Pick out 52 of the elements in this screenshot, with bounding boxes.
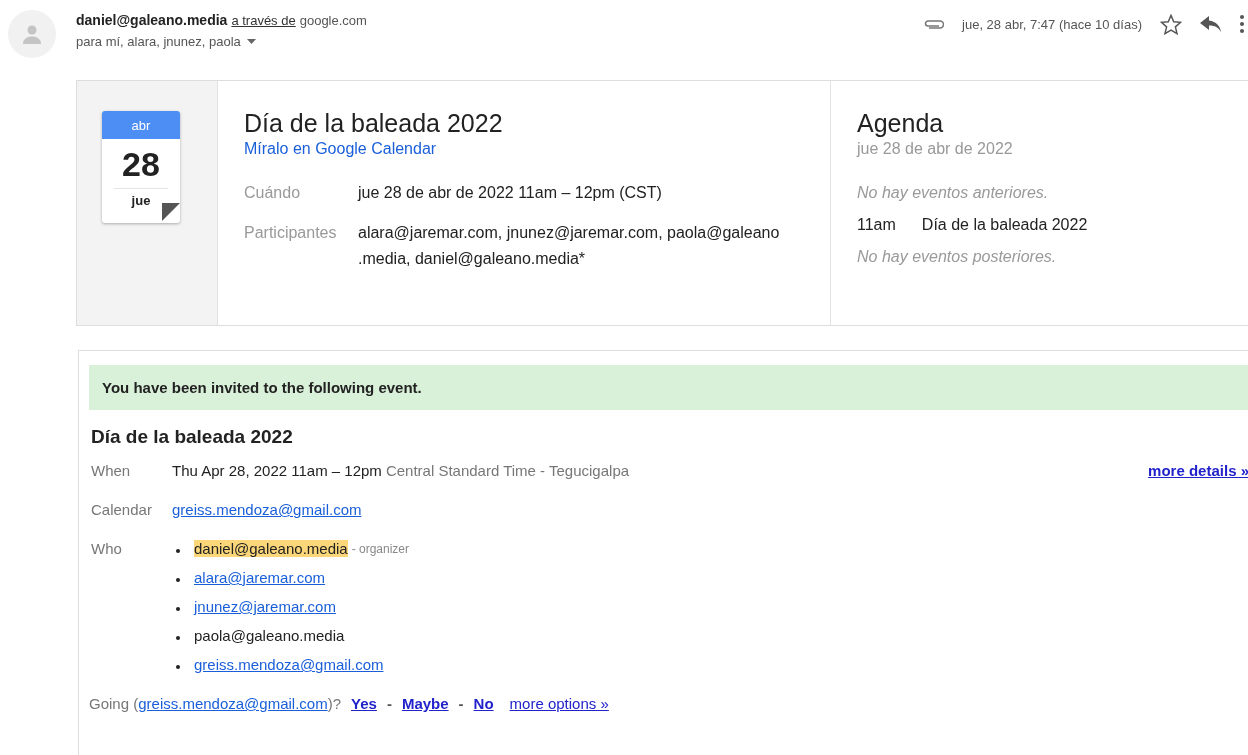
field-label: Calendar [90, 501, 153, 518]
bullet-icon [176, 636, 180, 640]
invitation-title: Día de la baleada 2022 [91, 426, 294, 448]
organizer-role: - organizer [351, 541, 410, 556]
agenda-time: 11am [857, 216, 896, 234]
page-fold-icon [162, 203, 180, 221]
guest-email-link[interactable]: jnunez@jaremar.com [194, 598, 336, 615]
event-title: Día de la baleada 2022 [244, 109, 504, 138]
agenda-event: Día de la baleada 2022 [921, 216, 1088, 234]
recipients: para mí, alara, jnunez, paola [76, 34, 241, 49]
agenda-note: No hay eventos anteriores. [857, 184, 1050, 202]
field-value: jue 28 de abr de 2022 11am – 12pm (CST) [358, 183, 663, 203]
field-value: alara@jaremar.com, jnunez@jaremar.com, paola@galeano .media, daniel@galeano.media* [358, 223, 781, 269]
rsvp-link[interactable]: No [473, 695, 494, 712]
sender-line: daniel@galeano.media a través de google.com [76, 12, 368, 28]
separator: - [458, 695, 464, 712]
guest-email: paola@galeano.media [194, 627, 345, 644]
rsvp-link[interactable]: Yes [351, 695, 377, 712]
more-options-link[interactable]: more options » [509, 695, 609, 712]
more-vertical-icon[interactable] [1240, 15, 1244, 33]
guest-email-link[interactable]: alara@jaremar.com [194, 569, 326, 586]
agenda-note: No hay eventos posteriores. [857, 248, 1058, 266]
account-link[interactable]: greiss.mendoza@gmail.com [138, 695, 328, 712]
time-zone: Central Standard Time - Tegucigalpa [385, 462, 630, 479]
bullet-icon [176, 549, 180, 553]
organizer-email: daniel@galeano.media [194, 540, 348, 557]
calendar-day: 28 [122, 145, 160, 184]
agenda-date: jue 28 de abr de 2022 [857, 140, 1014, 158]
rsvp-link[interactable]: Maybe [401, 695, 449, 712]
going-label: Going ( [89, 695, 139, 712]
field-label: Who [90, 540, 123, 557]
when-value: Thu Apr 28, 2022 11am – 12pm [172, 462, 382, 479]
calendar-email-link[interactable]: greiss.mendoza@gmail.com [172, 501, 362, 518]
field-label: Cuándo [244, 183, 302, 203]
guest-email-link[interactable]: greiss.mendoza@gmail.com [194, 656, 384, 673]
going-label: )? [327, 695, 341, 712]
field-label: Participantes [244, 223, 338, 243]
dropdown-caret-icon[interactable] [246, 39, 256, 44]
more-details-link[interactable]: more details » [1148, 462, 1248, 479]
calendar-link[interactable]: Míralo en Google Calendar [244, 140, 437, 158]
invitation-banner: You have been invited to the following event. [89, 365, 1248, 410]
reply-icon[interactable] [1200, 16, 1222, 32]
calendar-month: abr [102, 111, 180, 139]
field-label: When [90, 462, 132, 479]
bullet-icon [176, 665, 180, 669]
agenda-title: Agenda [857, 109, 945, 138]
star-icon[interactable] [1160, 13, 1182, 35]
date-text: jue, 28 abr, 7:47 (hace 10 días) [962, 16, 1142, 32]
person-icon [21, 23, 43, 45]
bullet-icon [176, 578, 180, 582]
bullet-icon [176, 607, 180, 611]
separator: - [386, 695, 392, 712]
